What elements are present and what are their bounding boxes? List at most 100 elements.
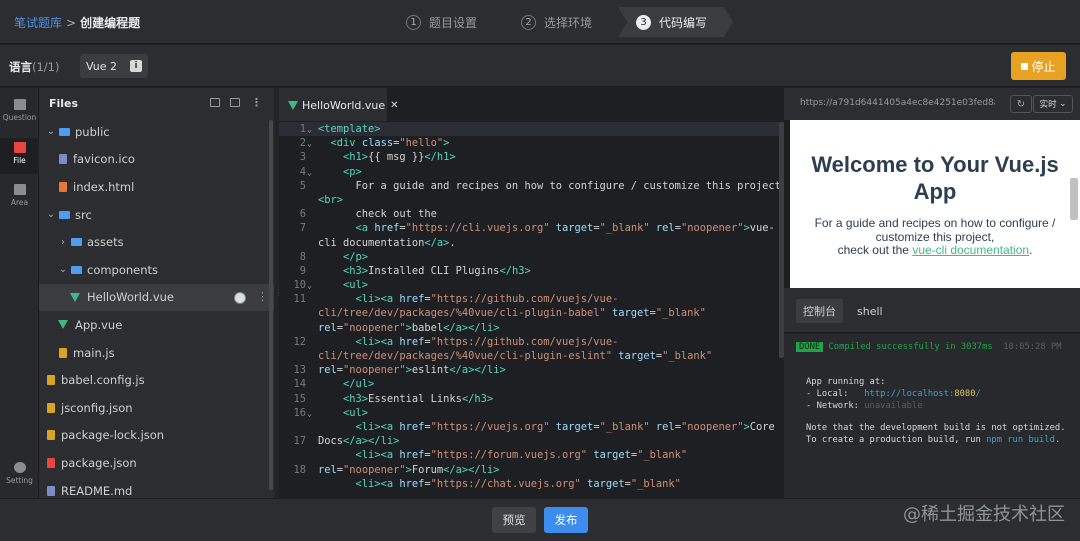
console-build-line: To create a production build, run npm ru…	[806, 435, 1060, 445]
chevron-down-icon[interactable]: ⌄	[307, 123, 312, 137]
preview-url[interactable]: https://a791d6441405a4ec8e4251e03fed8a	[800, 98, 995, 108]
refresh-icon[interactable]: ↻	[1010, 95, 1032, 113]
activity-label: Question	[2, 113, 37, 122]
activity-question[interactable]: Question	[0, 99, 39, 122]
breadcrumb-root-link[interactable]: 笔试题库	[14, 16, 62, 30]
code-line: 10 ⌄ <ul>	[279, 278, 784, 292]
chevron-down-icon[interactable]: ⌄	[307, 166, 312, 180]
code-line: rel="noopener">babel</a></li>	[318, 321, 500, 334]
preview-text-period: .	[1029, 243, 1033, 257]
chevron-down-icon[interactable]: ⌄	[307, 407, 312, 421]
chevron-down-icon[interactable]: ⌄	[307, 137, 312, 151]
tree-item-label: src	[75, 207, 92, 222]
json-file-icon	[47, 402, 55, 413]
code-line: 17 Docs</a></li>	[279, 434, 784, 448]
code-line: 16 ⌄ <ul>	[279, 406, 784, 420]
line-number: 8	[299, 250, 306, 263]
breadcrumb-separator: >	[66, 16, 77, 30]
tree-file-package-lock[interactable]: package-lock.json	[39, 422, 274, 450]
line-number: 11	[293, 293, 306, 306]
network-label: - Network:	[806, 401, 865, 411]
tree-item-label: README.md	[61, 483, 133, 498]
publish-button[interactable]: 发布	[544, 507, 588, 533]
language-tag-label: Vue 2	[86, 59, 118, 73]
folder-icon	[71, 238, 82, 247]
more-options-icon[interactable]: ⋮	[251, 96, 262, 109]
activity-label: Setting	[6, 476, 33, 485]
folder-icon	[59, 210, 70, 219]
code-line: 15 <h3>Essential Links</h3>	[279, 392, 784, 406]
tree-folder-src[interactable]: ⌄ src	[39, 201, 274, 229]
code-editor[interactable]: HelloWorld.vue ✕ 1 ⌄ <template> 2 ⌄ <div cla…	[279, 88, 784, 498]
chevron-down-icon[interactable]: ⌄	[307, 279, 312, 293]
tree-file-favicon[interactable]: favicon.ico	[39, 146, 274, 174]
step-number: 1	[406, 14, 421, 30]
tab-shell[interactable]: shell	[850, 299, 890, 323]
file-explorer: Files ⋮ ⌄ public favicon.ico index.html ⌄…	[39, 88, 274, 498]
code-line: 5 For a guide and recipes on how to conf…	[279, 179, 784, 193]
tree-item-label: package.json	[61, 455, 137, 470]
preview-docs-link[interactable]: vue-cli documentation	[912, 243, 1029, 257]
tree-item-label: index.html	[73, 179, 135, 194]
code-line: <li><a href="https://chat.vuejs.org" tar…	[355, 477, 681, 490]
tree-folder-public[interactable]: ⌄ public	[39, 118, 274, 146]
tree-file-index-html[interactable]: index.html	[39, 173, 274, 201]
code-line: cli documentation</a>.	[318, 236, 456, 249]
tree-file-babel-config[interactable]: babel.config.js	[39, 366, 274, 394]
activity-area[interactable]: Area	[0, 184, 39, 207]
stop-icon	[1021, 62, 1029, 70]
markdown-file-icon	[47, 485, 55, 496]
preview-button[interactable]: 预览	[492, 507, 536, 533]
new-folder-icon[interactable]	[230, 98, 240, 107]
preview-text-line: For a guide and recipes on how to config…	[814, 216, 1056, 244]
step-question-settings[interactable]: 1 题目设置	[388, 7, 504, 37]
step-label: 选择环境	[544, 15, 593, 30]
editor-tab-helloworld[interactable]: HelloWorld.vue ✕	[279, 88, 399, 121]
toolbar: 语言(1/1) Vue 2 i 停止	[0, 45, 1080, 87]
close-icon[interactable]: ✕	[390, 100, 398, 111]
build-period: .	[1054, 435, 1061, 445]
vue-file-icon	[58, 320, 68, 330]
tree-folder-components[interactable]: ⌄ components	[39, 256, 274, 284]
live-mode-select[interactable]: 实时 ⌄	[1033, 95, 1073, 113]
activity-setting[interactable]: Setting	[0, 462, 39, 485]
preview-frame[interactable]: Welcome to Your Vue.js App For a guide a…	[790, 120, 1080, 288]
tree-file-readme[interactable]: README.md	[39, 477, 274, 498]
step-select-environment[interactable]: 2 选择环境	[503, 7, 619, 37]
line-number: 5	[299, 179, 306, 192]
done-badge: DONE	[796, 342, 824, 352]
tree-file-helloworld[interactable]: HelloWorld.vue ⋮	[39, 283, 274, 312]
line-number: 17	[293, 435, 306, 448]
stop-button-label: 停止	[1031, 59, 1056, 74]
code-lines[interactable]: 1 ⌄ <template> 2 ⌄ <div class="hello"> 3 <h…	[279, 122, 784, 491]
preview-scrollbar[interactable]	[1070, 178, 1078, 220]
files-header: Files ⋮	[39, 88, 274, 118]
language-tag[interactable]: Vue 2 i	[80, 54, 149, 78]
tab-console[interactable]: 控制台	[796, 299, 843, 323]
step-code-writing[interactable]: 3 代码编写	[618, 7, 734, 37]
chevron-right-icon: ›	[61, 236, 65, 248]
console-compile-line: DONE Compiled successfully in 3037ms 10:…	[796, 342, 1062, 352]
book-icon	[13, 99, 26, 110]
line-number: 10	[293, 279, 306, 292]
info-icon[interactable]: i	[130, 60, 143, 72]
preview-heading: Welcome to Your Vue.js App	[811, 152, 1059, 204]
tree-file-app-vue[interactable]: App.vue	[39, 311, 274, 339]
stop-button[interactable]: 停止	[1011, 52, 1066, 80]
language-count: (1/1)	[32, 60, 60, 74]
tree-folder-assets[interactable]: › assets	[39, 228, 274, 256]
compile-message: Compiled successfully in 3037ms	[828, 342, 993, 352]
console-output: DONE Compiled successfully in 3037ms 10:…	[784, 334, 1080, 498]
more-options-icon[interactable]: ⋮	[257, 290, 268, 303]
tree-file-jsconfig[interactable]: jsconfig.json	[39, 394, 274, 422]
tree-file-main-js[interactable]: main.js	[39, 339, 274, 367]
new-file-icon[interactable]	[210, 98, 220, 107]
npm-file-icon	[47, 457, 55, 468]
line-number: 18	[293, 463, 306, 476]
file-explorer-scrollbar[interactable]	[269, 120, 273, 490]
console-network-line: - Network: unavailable	[806, 401, 923, 411]
activity-file[interactable]: File	[0, 138, 39, 174]
image-file-icon	[59, 154, 67, 165]
tree-file-package-json[interactable]: package.json	[39, 449, 274, 477]
local-label: - Local:	[806, 389, 865, 399]
